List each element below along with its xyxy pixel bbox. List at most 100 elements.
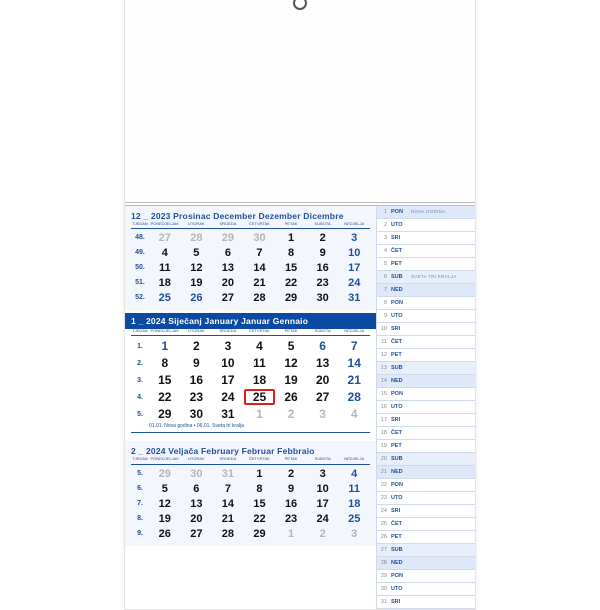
planner-row: 8PON [377, 297, 475, 310]
day-cell: 24 [212, 389, 244, 405]
day-cell: 26 [181, 291, 213, 305]
weekday-label: PETAK [275, 329, 307, 333]
day-cell: 8 [275, 246, 307, 260]
day-cell: 30 [181, 467, 213, 481]
week-number: 1. [131, 343, 149, 350]
planner-row: 29PON [377, 570, 475, 583]
day-cell: 19 [181, 276, 213, 290]
planner-day-abbrev: SUB [389, 365, 411, 371]
planner-day-number: 31 [377, 599, 389, 605]
planner-day-abbrev: ČET [389, 248, 411, 254]
day-cell: 17 [338, 261, 370, 275]
day-cell: 2 [275, 467, 307, 481]
day-cell: 11 [338, 482, 370, 496]
day-cell: 4 [338, 406, 370, 422]
month-block-feb: 2 _ 2024 Veljača February Februar Febbra… [125, 441, 376, 545]
planner-day-abbrev: NED [389, 378, 411, 384]
day-cell: 9 [307, 246, 339, 260]
planner-day-number: 8 [377, 300, 389, 306]
day-cell: 31 [212, 406, 244, 422]
planner-day-number: 21 [377, 469, 389, 475]
day-cell: 21 [212, 512, 244, 526]
planner-day-number: 23 [377, 495, 389, 501]
day-cell: 12 [181, 261, 213, 275]
day-cell: 11 [149, 261, 181, 275]
planner-row: 4ČET [377, 245, 475, 258]
day-cell: 19 [275, 372, 307, 388]
planner-row: 10SRI [377, 323, 475, 336]
weekday-label: ČETVRTAK [244, 329, 276, 333]
photo-area [125, 0, 475, 206]
month-block-jan: 1 _ 2024 Siječanj January Januar Gennaio… [125, 310, 376, 441]
planner-note: SVETA TRI KRALJA [411, 274, 457, 279]
planner-row: 17SRI [377, 414, 475, 427]
planner-row: 9UTO [377, 310, 475, 323]
day-cell: 25 [149, 291, 181, 305]
planner-day-number: 20 [377, 456, 389, 462]
planner-day-abbrev: SUB [389, 456, 411, 462]
weekday-label: SRIJEDA [212, 329, 244, 333]
planner-note: NOVA GODINA [411, 209, 445, 214]
weekday-label: PETAK [275, 222, 307, 226]
day-cell: 16 [307, 261, 339, 275]
day-cell: 4 [244, 338, 276, 354]
day-cell: 28 [338, 389, 370, 405]
planner-row: 30UTO [377, 583, 475, 596]
planner-row: 2UTO [377, 219, 475, 232]
day-cell: 13 [181, 497, 213, 511]
day-cell: 27 [149, 231, 181, 245]
weekday-label: PONEDJELJAK [149, 329, 181, 333]
planner-row: 27SUB [377, 544, 475, 557]
day-cell: 19 [149, 512, 181, 526]
planner-day-number: 29 [377, 573, 389, 579]
week-number: 2. [131, 360, 149, 367]
planner-day-number: 26 [377, 534, 389, 540]
day-cell: 18 [338, 497, 370, 511]
weekday-label: TJEDAN [131, 329, 149, 333]
day-cell: 23 [181, 389, 213, 405]
month-header: 12 _ 2023 Prosinac December Dezember Dic… [131, 209, 370, 222]
planner-day-abbrev: SUB [389, 547, 411, 553]
weekday-label: PONEDJELJAK [149, 457, 181, 461]
weekday-label: NEDJELJA [338, 329, 370, 333]
planner-day-abbrev: SUB [389, 274, 411, 280]
planner-day-abbrev: UTO [389, 222, 411, 228]
week-number: 4. [131, 394, 149, 401]
day-cell: 4 [338, 467, 370, 481]
day-cell: 6 [212, 246, 244, 260]
weekday-labels: TJEDANPONEDJELJAKUTORAKSRIJEDAČETVRTAKPE… [131, 222, 370, 229]
planner-day-abbrev: SRI [389, 235, 411, 241]
day-cell: 12 [275, 355, 307, 371]
day-cell: 17 [307, 497, 339, 511]
day-cell: 28 [181, 231, 213, 245]
planner-day-number: 10 [377, 326, 389, 332]
month-header: 1 _ 2024 Siječanj January Januar Gennaio [125, 313, 376, 329]
planner-row: 21NED [377, 466, 475, 479]
month-block-dec: 12 _ 2023 Prosinac December Dezember Dic… [125, 206, 376, 310]
day-cell: 15 [149, 372, 181, 388]
planner-day-number: 4 [377, 248, 389, 254]
day-cell: 27 [212, 291, 244, 305]
day-cell: 1 [244, 467, 276, 481]
month-grid: 48.2728293012349.4567891050.111213141516… [131, 231, 370, 305]
week-number: 48. [131, 234, 149, 241]
day-cell: 6 [307, 338, 339, 354]
planner-day-number: 13 [377, 365, 389, 371]
planner-row: 23UTO [377, 492, 475, 505]
weekday-label: ČETVRTAK [244, 222, 276, 226]
planner-row: 15PON [377, 388, 475, 401]
planner-day-abbrev: NED [389, 469, 411, 475]
planner-row: 18ČET [377, 427, 475, 440]
planner-day-number: 16 [377, 404, 389, 410]
planner-day-number: 3 [377, 235, 389, 241]
weekday-label: SUBOTA [307, 457, 339, 461]
weekday-label: NEDJELJA [338, 457, 370, 461]
planner-row: 31SRI [377, 596, 475, 609]
day-cell: 23 [275, 512, 307, 526]
day-cell: 14 [212, 497, 244, 511]
day-cell: 2 [181, 338, 213, 354]
day-cell: 3 [338, 231, 370, 245]
day-cell: 29 [244, 527, 276, 541]
planner-day-number: 9 [377, 313, 389, 319]
planner-row: 5PET [377, 258, 475, 271]
